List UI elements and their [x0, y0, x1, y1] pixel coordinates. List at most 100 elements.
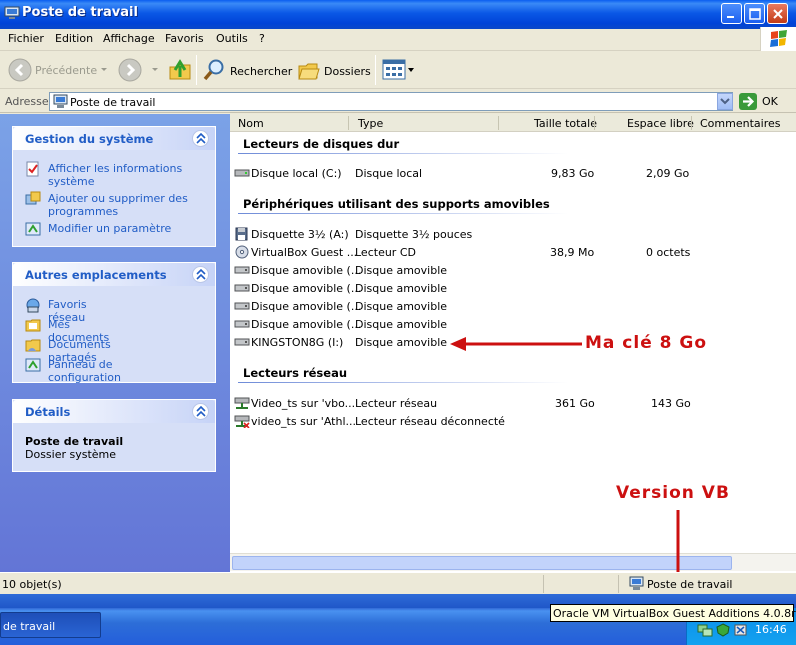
- drive-type: Disque amovible: [355, 336, 448, 349]
- address-input[interactable]: Poste de travail: [49, 92, 733, 111]
- computer-icon: [53, 94, 68, 108]
- menu-edition[interactable]: Edition: [55, 32, 93, 45]
- up-folder-button[interactable]: [168, 57, 192, 83]
- drive-free: 0 octets: [646, 246, 691, 259]
- drive-type: Disque amovible: [355, 300, 448, 313]
- file-list: Nom Type Taille totale Espace libre Comm…: [230, 114, 796, 572]
- network-tray-icon[interactable]: [697, 623, 713, 637]
- drive-row[interactable]: Video_ts sur 'vbo... Lecteur réseau 361 …: [230, 394, 796, 412]
- group-hard-disks: Lecteurs de disques dur: [243, 137, 400, 151]
- collapse-button[interactable]: [192, 403, 209, 420]
- collapse-button[interactable]: [192, 130, 209, 147]
- back-button[interactable]: Précédente: [6, 57, 107, 83]
- chevron-up-icon: [196, 269, 206, 280]
- taskbar-window-button[interactable]: de travail: [0, 612, 101, 638]
- horizontal-scrollbar[interactable]: [230, 553, 796, 571]
- column-free-space[interactable]: Espace libre: [627, 117, 694, 130]
- status-item-count: 10 objet(s): [2, 578, 62, 591]
- removable-disk-icon: [234, 266, 250, 274]
- status-location: Poste de travail: [647, 578, 733, 591]
- search-icon: [203, 59, 224, 81]
- drive-type: Disque amovible: [355, 318, 448, 331]
- column-name[interactable]: Nom: [238, 117, 264, 130]
- drive-name: Disque amovible (...: [251, 282, 362, 295]
- drive-row[interactable]: Disque amovible (... Disque amovible: [230, 315, 796, 333]
- clock[interactable]: 16:46: [755, 623, 787, 636]
- drive-name: video_ts sur 'Athl...: [251, 415, 356, 428]
- maximize-button[interactable]: [744, 3, 765, 24]
- shared-folder-icon: [25, 339, 41, 352]
- drive-type: Disque amovible: [355, 282, 448, 295]
- menu-outils[interactable]: Outils: [216, 32, 248, 45]
- group-divider: [238, 213, 568, 214]
- title-bar[interactable]: Poste de travail: [0, 0, 796, 29]
- menu-fichier[interactable]: Fichier: [8, 32, 44, 45]
- go-label: OK: [762, 95, 778, 108]
- drive-type: Disque local: [355, 167, 423, 180]
- status-bar: 10 objet(s) Poste de travail: [0, 572, 796, 594]
- annotation-key: Ma clé 8 Go: [585, 333, 708, 353]
- close-button[interactable]: [767, 3, 788, 24]
- menu-affichage[interactable]: Affichage: [103, 32, 155, 45]
- column-divider[interactable]: [498, 116, 499, 130]
- collapse-button[interactable]: [192, 266, 209, 283]
- forward-button[interactable]: [118, 58, 162, 82]
- drive-row[interactable]: Disque amovible (... Disque amovible: [230, 297, 796, 315]
- column-divider[interactable]: [691, 116, 692, 130]
- floppy-icon: [235, 227, 248, 241]
- column-comments[interactable]: Commentaires: [700, 117, 780, 130]
- details-panel: Détails Poste de travail Dossier système: [12, 399, 216, 472]
- address-dropdown-button[interactable]: [717, 93, 733, 110]
- drive-row[interactable]: VirtualBox Guest ... Lecteur CD 38,9 Mo …: [230, 243, 796, 261]
- toolbar-separator: [196, 55, 197, 85]
- drive-row[interactable]: Disquette 3½ (A:) Disquette 3½ pouces: [230, 225, 796, 243]
- drive-row[interactable]: Disque amovible (... Disque amovible: [230, 279, 796, 297]
- windows-logo-icon: [760, 27, 796, 51]
- column-divider[interactable]: [594, 116, 595, 130]
- system-tasks-header[interactable]: Gestion du système: [13, 127, 215, 150]
- drive-type: Lecteur CD: [355, 246, 416, 259]
- column-total-size[interactable]: Taille totale: [534, 117, 597, 130]
- tooltip-text: Oracle VM VirtualBox Guest Additions 4.0…: [553, 607, 796, 620]
- other-places-header[interactable]: Autres emplacements: [13, 263, 215, 286]
- back-arrow-icon: [8, 58, 32, 82]
- menu-bar: Fichier Edition Affichage Favoris Outils…: [0, 29, 796, 51]
- forward-arrow-icon: [118, 58, 142, 82]
- address-bar: Adresse Poste de travail OK: [0, 89, 796, 113]
- drive-name: Video_ts sur 'vbo...: [251, 397, 356, 410]
- details-header[interactable]: Détails: [13, 400, 215, 423]
- minimize-button[interactable]: [721, 3, 742, 24]
- computer-icon: [629, 576, 644, 590]
- folders-icon: [298, 63, 320, 80]
- other-places-panel: Autres emplacements Favoris réseau Mes d…: [12, 262, 216, 384]
- drive-row[interactable]: Disque amovible (... Disque amovible: [230, 261, 796, 279]
- system-tasks-panel: Gestion du système Afficher les informat…: [12, 126, 216, 247]
- drive-name: Disque local (C:): [251, 167, 342, 180]
- removable-disk-icon: [234, 284, 250, 292]
- drive-name: KINGSTON8G (I:): [251, 336, 344, 349]
- menu-favoris[interactable]: Favoris: [165, 32, 204, 45]
- scroll-thumb[interactable]: [232, 556, 732, 570]
- column-divider[interactable]: [348, 116, 349, 130]
- go-button[interactable]: OK: [739, 92, 795, 111]
- views-button[interactable]: [382, 59, 416, 81]
- column-type[interactable]: Type: [358, 117, 383, 130]
- chevron-up-icon: [196, 133, 206, 144]
- annotation-version: Version VB: [616, 483, 730, 503]
- toolbar: Précédente Rechercher Dossiers: [0, 51, 796, 89]
- address-value: Poste de travail: [70, 96, 156, 109]
- folders-button[interactable]: Dossiers: [297, 56, 371, 84]
- drive-name: VirtualBox Guest ...: [251, 246, 358, 259]
- close-icon: [773, 9, 783, 19]
- virtualbox-tray-icon[interactable]: [733, 623, 749, 637]
- search-button[interactable]: Rechercher: [203, 56, 292, 84]
- drive-row[interactable]: Disque local (C:) Disque local 9,83 Go 2…: [230, 164, 796, 182]
- drive-free: 143 Go: [651, 397, 691, 410]
- panel-title: Autres emplacements: [25, 268, 167, 282]
- folder-icon: [25, 319, 41, 332]
- menu-help[interactable]: ?: [259, 32, 265, 45]
- network-drive-disconnected-icon: [234, 415, 250, 428]
- security-tray-icon[interactable]: [715, 623, 731, 637]
- removable-disk-icon: [234, 320, 250, 328]
- drive-row[interactable]: video_ts sur 'Athl... Lecteur réseau déc…: [230, 412, 796, 430]
